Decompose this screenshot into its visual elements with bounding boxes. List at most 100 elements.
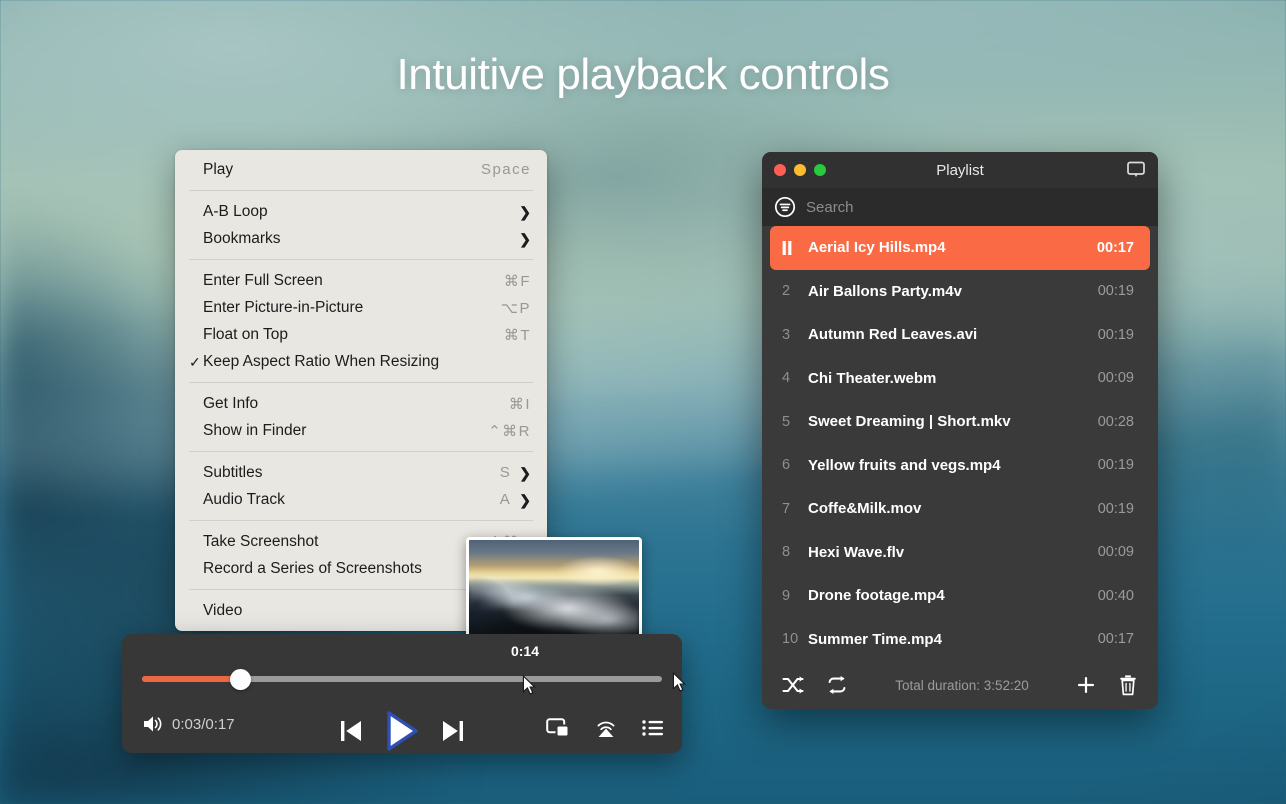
menu-item-label: Enter Picture-in-Picture [203, 299, 491, 317]
menu-item-subtitles[interactable]: Subtitles S ❯ [175, 459, 547, 486]
player-controls-row: 0:03/0:17 [122, 710, 682, 752]
player-right-icons [546, 716, 664, 740]
playlist-item-duration: 00:19 [1098, 327, 1134, 343]
check-mark-icon: ✓ [189, 355, 203, 369]
playlist-window[interactable]: Playlist [762, 152, 1158, 709]
playlist-row[interactable]: 10 Summer Time.mp4 00:17 [770, 618, 1150, 662]
screenshot-stage: Intuitive playback controls Play Space A… [0, 0, 1286, 804]
playlist-item-duration: 00:19 [1098, 501, 1134, 517]
menu-item-ab-loop[interactable]: A-B Loop ❯ [175, 198, 547, 225]
playlist-item-index: 6 [782, 457, 808, 473]
shuffle-icon[interactable] [782, 675, 804, 695]
time-elapsed-total: 0:03/0:17 [172, 716, 235, 733]
playlist-row[interactable]: 8 Hexi Wave.flv 00:09 [770, 531, 1150, 575]
menu-item-bookmarks[interactable]: Bookmarks ❯ [175, 225, 547, 252]
mouse-cursor-primary [522, 675, 536, 695]
picture-in-picture-icon[interactable] [546, 717, 570, 739]
menu-item-get-info[interactable]: Get Info ⌘I [175, 390, 547, 417]
menu-item-label: Keep Aspect Ratio When Resizing [203, 353, 531, 371]
playlist-row[interactable]: 2 Air Ballons Party.m4v 00:19 [770, 270, 1150, 314]
seek-slider[interactable] [142, 676, 662, 682]
playlist-row[interactable]: 5 Sweet Dreaming | Short.mkv 00:28 [770, 400, 1150, 444]
volume-icon[interactable] [142, 714, 164, 734]
playlist-item-name: Yellow fruits and vegs.mp4 [808, 457, 1088, 474]
page-title: Intuitive playback controls [0, 50, 1286, 100]
total-duration-label: Total duration: 3:52:20 [870, 678, 1054, 693]
playlist-item-name: Sweet Dreaming | Short.mkv [808, 413, 1088, 430]
maximize-button[interactable] [814, 164, 826, 176]
window-traffic-lights [774, 164, 826, 176]
playlist-item-index: 7 [782, 501, 808, 517]
repeat-icon[interactable] [826, 675, 848, 695]
close-button[interactable] [774, 164, 786, 176]
next-track-icon[interactable] [440, 717, 466, 745]
menu-item-label: Take Screenshot [203, 533, 479, 551]
playlist-row-selected[interactable]: Aerial Icy Hills.mp4 00:17 [770, 226, 1150, 270]
playlist-item-index: 8 [782, 544, 808, 560]
playlist-titlebar: Playlist [762, 152, 1158, 188]
menu-item-show-in-finder[interactable]: Show in Finder ⌃⌘R [175, 417, 547, 444]
menu-item-shortcut: A [500, 491, 512, 508]
menu-item-enter-full-screen[interactable]: Enter Full Screen ⌘F [175, 267, 547, 294]
volume-group[interactable]: 0:03/0:17 [142, 714, 235, 734]
menu-item-label: Audio Track [203, 491, 490, 509]
playlist-item-index: 4 [782, 370, 808, 386]
minimize-button[interactable] [794, 164, 806, 176]
menu-item-play[interactable]: Play Space [175, 156, 547, 183]
menu-item-label: Bookmarks [203, 230, 511, 248]
playlist-item-name: Air Ballons Party.m4v [808, 283, 1088, 300]
trash-icon[interactable] [1118, 674, 1138, 696]
playlist-row[interactable]: 7 Coffe&Milk.mov 00:19 [770, 487, 1150, 531]
playlist-item-name: Aerial Icy Hills.mp4 [808, 239, 1087, 256]
playlist-item-duration: 00:28 [1098, 414, 1134, 430]
menu-item-label: Subtitles [203, 464, 490, 482]
chevron-right-icon: ❯ [519, 232, 531, 246]
playlist-item-duration: 00:17 [1098, 631, 1134, 647]
menu-separator [189, 259, 533, 260]
playlist-items-list[interactable]: Aerial Icy Hills.mp4 00:17 2 Air Ballons… [762, 226, 1158, 661]
playlist-item-name: Summer Time.mp4 [808, 631, 1088, 648]
playlist-item-duration: 00:09 [1098, 544, 1134, 560]
menu-item-label: A-B Loop [203, 203, 511, 221]
airplay-icon[interactable] [594, 716, 618, 740]
menu-separator [189, 382, 533, 383]
menu-item-keep-aspect-ratio[interactable]: ✓ Keep Aspect Ratio When Resizing [175, 348, 547, 375]
menu-item-float-on-top[interactable]: Float on Top ⌘T [175, 321, 547, 348]
menu-item-shortcut: ⌥P [501, 299, 531, 317]
playlist-item-name: Chi Theater.webm [808, 370, 1088, 387]
playlist-item-index: 5 [782, 414, 808, 430]
menu-item-shortcut: Space [481, 161, 531, 178]
player-control-bar[interactable]: 0:14 0:03/0:17 [122, 634, 682, 753]
menu-item-label: Show in Finder [203, 422, 478, 440]
play-icon[interactable] [384, 710, 420, 752]
seek-hover-time: 0:14 [245, 643, 805, 659]
playlist-row[interactable]: 4 Chi Theater.webm 00:09 [770, 357, 1150, 401]
seek-progress-fill [142, 676, 241, 682]
playlist-item-name: Drone footage.mp4 [808, 587, 1088, 604]
mouse-cursor-secondary [672, 672, 686, 692]
playlist-item-name: Hexi Wave.flv [808, 544, 1088, 561]
plus-icon[interactable] [1076, 675, 1096, 695]
display-icon[interactable] [1126, 160, 1146, 180]
playlist-item-name: Autumn Red Leaves.avi [808, 326, 1088, 343]
previous-track-icon[interactable] [338, 717, 364, 745]
playlist-item-duration: 00:40 [1098, 588, 1134, 604]
playlist-row[interactable]: 9 Drone footage.mp4 00:40 [770, 574, 1150, 618]
playlist-row[interactable]: 6 Yellow fruits and vegs.mp4 00:19 [770, 444, 1150, 488]
menu-item-enter-picture-in-picture[interactable]: Enter Picture-in-Picture ⌥P [175, 294, 547, 321]
filter-icon[interactable] [774, 196, 796, 218]
search-input[interactable] [806, 199, 1158, 216]
menu-item-audio-track[interactable]: Audio Track A ❯ [175, 486, 547, 513]
menu-item-shortcut: ⌘T [504, 326, 531, 344]
menu-separator [189, 520, 533, 521]
seek-slider-handle[interactable] [230, 669, 251, 690]
playlist-icon[interactable] [642, 719, 664, 737]
menu-item-shortcut: ⌘F [504, 272, 531, 290]
playlist-item-index: 9 [782, 588, 808, 604]
playlist-item-index: 3 [782, 327, 808, 343]
playlist-row[interactable]: 3 Autumn Red Leaves.avi 00:19 [770, 313, 1150, 357]
playlist-item-duration: 00:19 [1098, 457, 1134, 473]
playlist-footer: Total duration: 3:52:20 [762, 661, 1158, 709]
menu-item-label: Play [203, 161, 471, 179]
playlist-search-row[interactable] [762, 188, 1158, 226]
